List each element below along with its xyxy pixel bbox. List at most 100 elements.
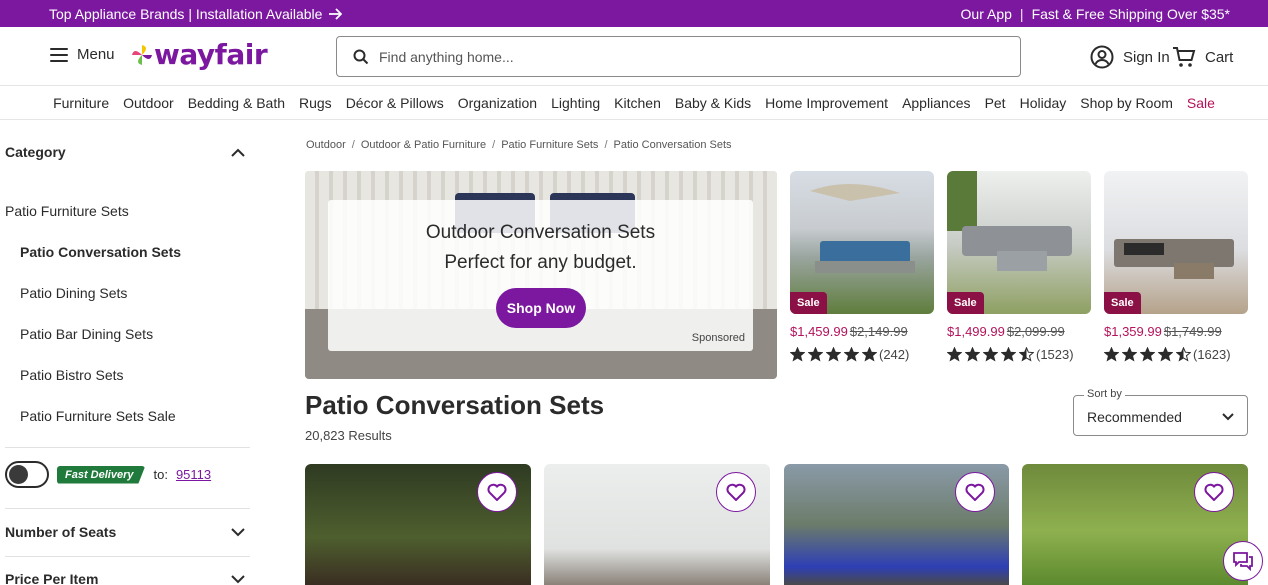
breadcrumb: Outdoor / Outdoor & Patio Furniture / Pa… (306, 139, 732, 151)
star-icon (790, 347, 805, 362)
category-filter-header[interactable]: Category (5, 144, 245, 160)
nav-item-organization[interactable]: Organization (451, 95, 544, 111)
free-shipping-link[interactable]: Fast & Free Shipping Over $35* (1032, 6, 1230, 22)
category-item-patio-furniture-sets[interactable]: Patio Furniture Sets (0, 190, 250, 231)
nav-item-kitchen[interactable]: Kitchen (607, 95, 668, 111)
sort-dropdown[interactable]: Sort by Recommended (1073, 388, 1248, 436)
favorite-button[interactable] (716, 472, 756, 512)
promo-separator: | (1019, 6, 1024, 22)
breadcrumb-item[interactable]: Outdoor (306, 139, 346, 151)
stars-2 (1104, 347, 1191, 362)
featured-product-card[interactable]: Sale $1,359.99 $1,749.99 (1623) (1104, 171, 1248, 362)
star-icon (862, 347, 877, 362)
star-icon (826, 347, 841, 362)
fast-delivery-badge: Fast Delivery (57, 465, 146, 484)
breadcrumb-separator: / (604, 139, 608, 151)
product-grid-card[interactable] (1022, 464, 1248, 585)
original-price: $2,149.99 (849, 324, 908, 339)
shop-now-button[interactable]: Shop Now (496, 288, 586, 328)
cart-button[interactable]: Cart (1172, 45, 1233, 69)
fast-delivery-toggle[interactable] (5, 461, 49, 488)
delivery-to-label: to: (153, 467, 168, 482)
zip-code-link[interactable]: 95113 (176, 467, 211, 482)
number-of-seats-filter[interactable]: Number of Seats (5, 524, 245, 540)
category-item-patio-bar-dining-sets[interactable]: Patio Bar Dining Sets (0, 313, 250, 354)
nav-item-lighting[interactable]: Lighting (544, 95, 607, 111)
star-icon (965, 347, 980, 362)
category-item-patio-bistro-sets[interactable]: Patio Bistro Sets (0, 354, 250, 395)
product-grid-card[interactable] (544, 464, 770, 585)
heart-icon (726, 483, 746, 501)
sort-value: Recommended (1087, 409, 1182, 425)
page-title: Patio Conversation Sets (305, 390, 605, 420)
menu-button[interactable]: Menu (50, 46, 115, 63)
wayfair-logo[interactable]: wayfair (132, 38, 268, 71)
chevron-down-icon (231, 527, 245, 536)
product-image[interactable]: Sale (790, 171, 934, 314)
review-count: (242) (879, 347, 910, 362)
favorite-button[interactable] (955, 472, 995, 512)
search-bar[interactable] (336, 36, 1021, 77)
promo-appliance-link[interactable]: Top Appliance Brands | Installation Avai… (49, 6, 343, 22)
product-image[interactable]: Sale (1104, 171, 1248, 314)
chat-icon (1233, 552, 1253, 571)
nav-item-baby-kids[interactable]: Baby & Kids (668, 95, 758, 111)
product-grid-card[interactable] (784, 464, 1009, 585)
category-item-patio-conversation-sets[interactable]: Patio Conversation Sets (0, 231, 250, 272)
nav-item-outdoor[interactable]: Outdoor (116, 95, 181, 111)
sale-price: $1,499.99 (947, 324, 1005, 339)
nav-item-appliances[interactable]: Appliances (895, 95, 978, 111)
price-per-item-filter[interactable]: Price Per Item (5, 571, 245, 585)
nav-item-decor-pillows[interactable]: Décor & Pillows (339, 95, 451, 111)
star-icon (947, 347, 962, 362)
chevron-down-icon (1222, 413, 1234, 421)
chevron-up-icon (231, 148, 245, 157)
sale-tag: Sale (1104, 292, 1141, 314)
star-icon (1019, 347, 1034, 362)
favorite-button[interactable] (1194, 472, 1234, 512)
category-list: Patio Furniture Sets Patio Conversation … (0, 190, 250, 436)
star-icon (1176, 347, 1191, 362)
breadcrumb-separator: / (492, 139, 496, 151)
site-header: Menu wayfair Sign In Cart (0, 27, 1268, 86)
star-icon (808, 347, 823, 362)
nav-item-rugs[interactable]: Rugs (292, 95, 339, 111)
star-rating: (242) (790, 347, 934, 362)
featured-product-card[interactable]: Sale $1,499.99 $2,099.99 (1523) (947, 171, 1091, 362)
result-count: 20,823 Results (305, 428, 392, 443)
star-icon (1140, 347, 1155, 362)
banner-overlay: Outdoor Conversation Sets Perfect for an… (328, 200, 753, 351)
chevron-down-icon (231, 574, 245, 583)
arrow-right-icon (329, 8, 343, 20)
search-input[interactable] (379, 48, 979, 65)
sidebar-divider (5, 556, 250, 557)
sidebar-divider (5, 447, 250, 448)
chat-button[interactable] (1223, 541, 1263, 581)
sale-tag: Sale (790, 292, 827, 314)
category-item-patio-dining-sets[interactable]: Patio Dining Sets (0, 272, 250, 313)
featured-product-card[interactable]: Sale $1,459.99 $2,149.99 (242) (790, 171, 934, 362)
star-rating: (1523) (947, 347, 1091, 362)
nav-item-shop-by-room[interactable]: Shop by Room (1073, 95, 1180, 111)
nav-item-bedding-bath[interactable]: Bedding & Bath (181, 95, 292, 111)
sponsored-banner[interactable]: Outdoor Conversation Sets Perfect for an… (305, 171, 777, 379)
nav-item-pet[interactable]: Pet (978, 95, 1013, 111)
nav-item-holiday[interactable]: Holiday (1013, 95, 1074, 111)
category-item-patio-furniture-sets-sale[interactable]: Patio Furniture Sets Sale (0, 395, 250, 436)
star-icon (844, 347, 859, 362)
breadcrumb-item[interactable]: Patio Furniture Sets (501, 139, 598, 151)
logo-text: wayfair (154, 38, 268, 71)
product-grid-card[interactable] (305, 464, 531, 585)
sort-by-label: Sort by (1084, 388, 1125, 400)
nav-item-sale[interactable]: Sale (1180, 95, 1222, 111)
nav-item-home-improvement[interactable]: Home Improvement (758, 95, 895, 111)
product-image[interactable]: Sale (947, 171, 1091, 314)
category-heading: Category (5, 144, 66, 160)
sign-in-button[interactable]: Sign In (1090, 45, 1170, 69)
sign-in-label: Sign In (1123, 48, 1170, 66)
nav-item-furniture[interactable]: Furniture (46, 95, 116, 111)
favorite-button[interactable] (477, 472, 517, 512)
our-app-link[interactable]: Our App (961, 6, 1012, 22)
original-price: $1,749.99 (1163, 324, 1222, 339)
breadcrumb-item[interactable]: Outdoor & Patio Furniture (361, 139, 486, 151)
